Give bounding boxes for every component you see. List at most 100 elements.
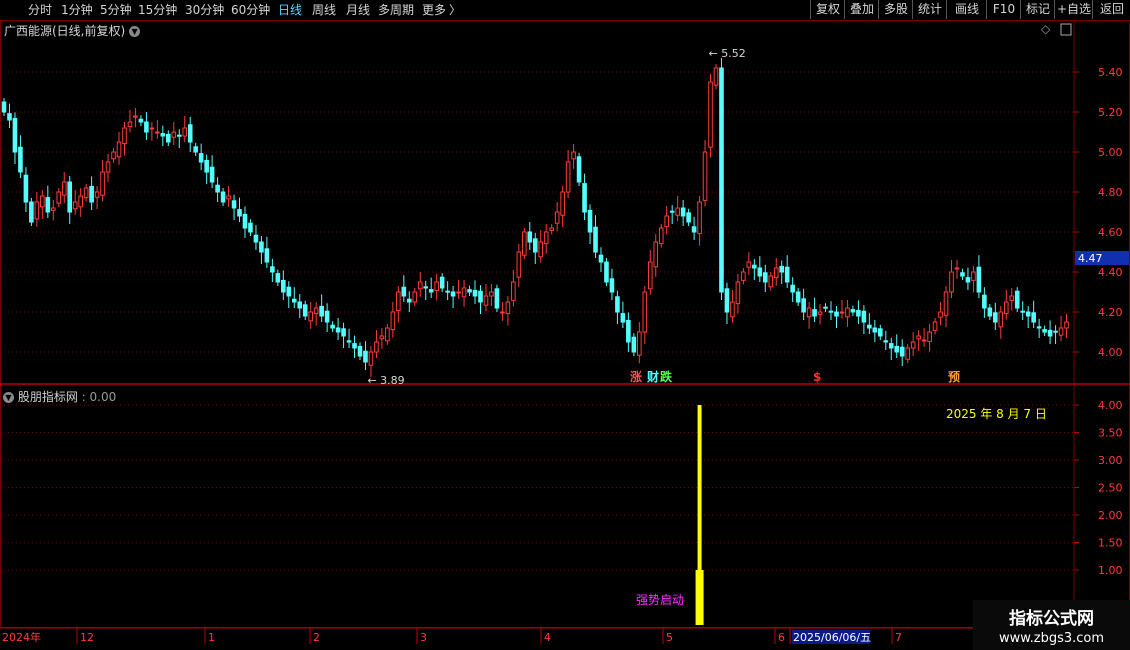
- candle-body: [61, 181, 67, 196]
- candle-body: [987, 307, 993, 317]
- candle-body: [368, 351, 374, 366]
- main-pane-title[interactable]: 广西能源(日线,前复权) ▼: [4, 22, 141, 39]
- candle-body: [795, 291, 801, 303]
- candle-body: [691, 226, 697, 233]
- period-tab-more[interactable]: 更多: [422, 2, 446, 18]
- candle-body: [719, 67, 724, 293]
- candle-body: [921, 339, 927, 342]
- candle-body: [105, 161, 111, 173]
- draw-line-button[interactable]: 画线: [946, 0, 987, 19]
- candlestick-series: [1, 58, 1069, 378]
- candle-body: [122, 127, 127, 145]
- date-axis-label: 2024年: [2, 630, 41, 644]
- candle-body: [505, 301, 511, 315]
- candle-body: [609, 278, 615, 293]
- candle-body: [127, 121, 133, 127]
- mark-button[interactable]: 标记: [1020, 0, 1055, 19]
- candle-body: [138, 118, 144, 123]
- candle-body: [615, 296, 620, 313]
- candle-body: [867, 324, 872, 329]
- candle-body: [1042, 329, 1047, 333]
- signal-label: 强势启动: [636, 593, 685, 607]
- overlay-button[interactable]: 叠加: [844, 0, 879, 19]
- candle-body: [631, 336, 637, 353]
- price-tick-label: 4.00: [1098, 346, 1123, 359]
- diamond-icon[interactable]: ◇: [1041, 22, 1050, 36]
- candle-body: [308, 311, 314, 322]
- date-axis-label: 6: [778, 631, 785, 644]
- candle-body: [461, 287, 467, 298]
- candle-body: [872, 327, 878, 333]
- candle-body: [522, 231, 527, 256]
- date-axis-bg: [0, 628, 1130, 650]
- candle-body: [905, 347, 910, 360]
- statistics-button[interactable]: 统计: [912, 0, 947, 19]
- restore-rights-button[interactable]: 复权: [810, 0, 845, 19]
- candle-body: [773, 267, 779, 279]
- chevron-down-icon[interactable]: ▼: [129, 26, 141, 37]
- candle-body: [352, 343, 357, 349]
- period-tab-daily[interactable]: 日线: [278, 2, 302, 18]
- candle-body: [275, 273, 281, 283]
- candle-body: [752, 264, 757, 269]
- candle-body: [50, 207, 56, 211]
- candle-body: [998, 311, 1004, 328]
- period-tab-60min[interactable]: 60分钟: [231, 2, 270, 18]
- candle-body: [23, 174, 29, 203]
- candle-body: [971, 271, 976, 281]
- date-axis-label: 5: [666, 631, 673, 644]
- candle-body: [757, 267, 763, 277]
- candle-body: [302, 304, 308, 317]
- candle-body: [571, 151, 576, 160]
- low-price-label: ← 3.89: [367, 374, 404, 387]
- candle-body: [713, 67, 719, 86]
- period-tab-weekly[interactable]: 周线: [312, 2, 336, 18]
- candle-body: [198, 153, 204, 163]
- candle-body: [779, 265, 785, 273]
- candle-body: [801, 298, 806, 313]
- candle-body: [1053, 330, 1058, 333]
- candle-body: [18, 146, 23, 173]
- f10-button[interactable]: F10: [986, 0, 1021, 19]
- candle-body: [286, 286, 292, 297]
- candle-body: [626, 319, 631, 343]
- price-tick-label: 4.20: [1098, 306, 1123, 319]
- chevron-right-icon[interactable]: 〉: [449, 2, 461, 18]
- indicator-tick-label: 2.50: [1098, 482, 1123, 495]
- candle-body: [297, 301, 303, 309]
- price-tick-label: 5.20: [1098, 106, 1123, 119]
- candle-body: [242, 213, 248, 229]
- candle-body: [467, 289, 472, 293]
- chart-canvas[interactable]: 5.40 5.20 5.00 4.80 4.60 4.40 4.20 4.00 4.00 3.5…: [0, 20, 1130, 650]
- candle-body: [817, 311, 823, 315]
- period-tab-30min[interactable]: 30分钟: [185, 2, 224, 18]
- period-tab-monthly[interactable]: 月线: [346, 2, 370, 18]
- period-tab-multi[interactable]: 多周期: [378, 2, 414, 18]
- candle-body: [1014, 290, 1020, 309]
- indicator-pane-title[interactable]: ▼ 股朋指标网 : 0.00: [3, 388, 116, 405]
- period-tab-1min[interactable]: 1分钟: [61, 2, 93, 18]
- period-tab-intraday[interactable]: 分时: [28, 2, 52, 18]
- chevron-down-icon[interactable]: ▼: [3, 392, 14, 403]
- candle-body: [861, 310, 867, 323]
- candle-body: [560, 191, 565, 216]
- date-axis-label: 2025/06/06/五: [793, 631, 871, 644]
- axis-lines: 2024年 12 1 2 3 4 5 6 2025/06/06/五 7: [0, 20, 1130, 650]
- candle-body: [883, 340, 889, 343]
- multi-stock-button[interactable]: 多股: [878, 0, 913, 19]
- candle-body: [270, 266, 275, 273]
- candle-body: [834, 311, 839, 317]
- add-watchlist-button[interactable]: +自选: [1054, 0, 1093, 19]
- candle-body: [1020, 310, 1026, 313]
- candle-body: [423, 286, 429, 289]
- candle-body: [133, 115, 138, 118]
- indicator-tick-label: 1.00: [1098, 564, 1123, 577]
- candle-body: [489, 291, 494, 297]
- period-tab-15min[interactable]: 15分钟: [138, 2, 177, 18]
- back-button[interactable]: 返回: [1092, 0, 1130, 19]
- period-tab-5min[interactable]: 5分钟: [100, 2, 132, 18]
- candle-body: [264, 248, 270, 263]
- candle-body: [45, 197, 51, 213]
- candle-body: [724, 288, 730, 313]
- candle-body: [565, 161, 571, 193]
